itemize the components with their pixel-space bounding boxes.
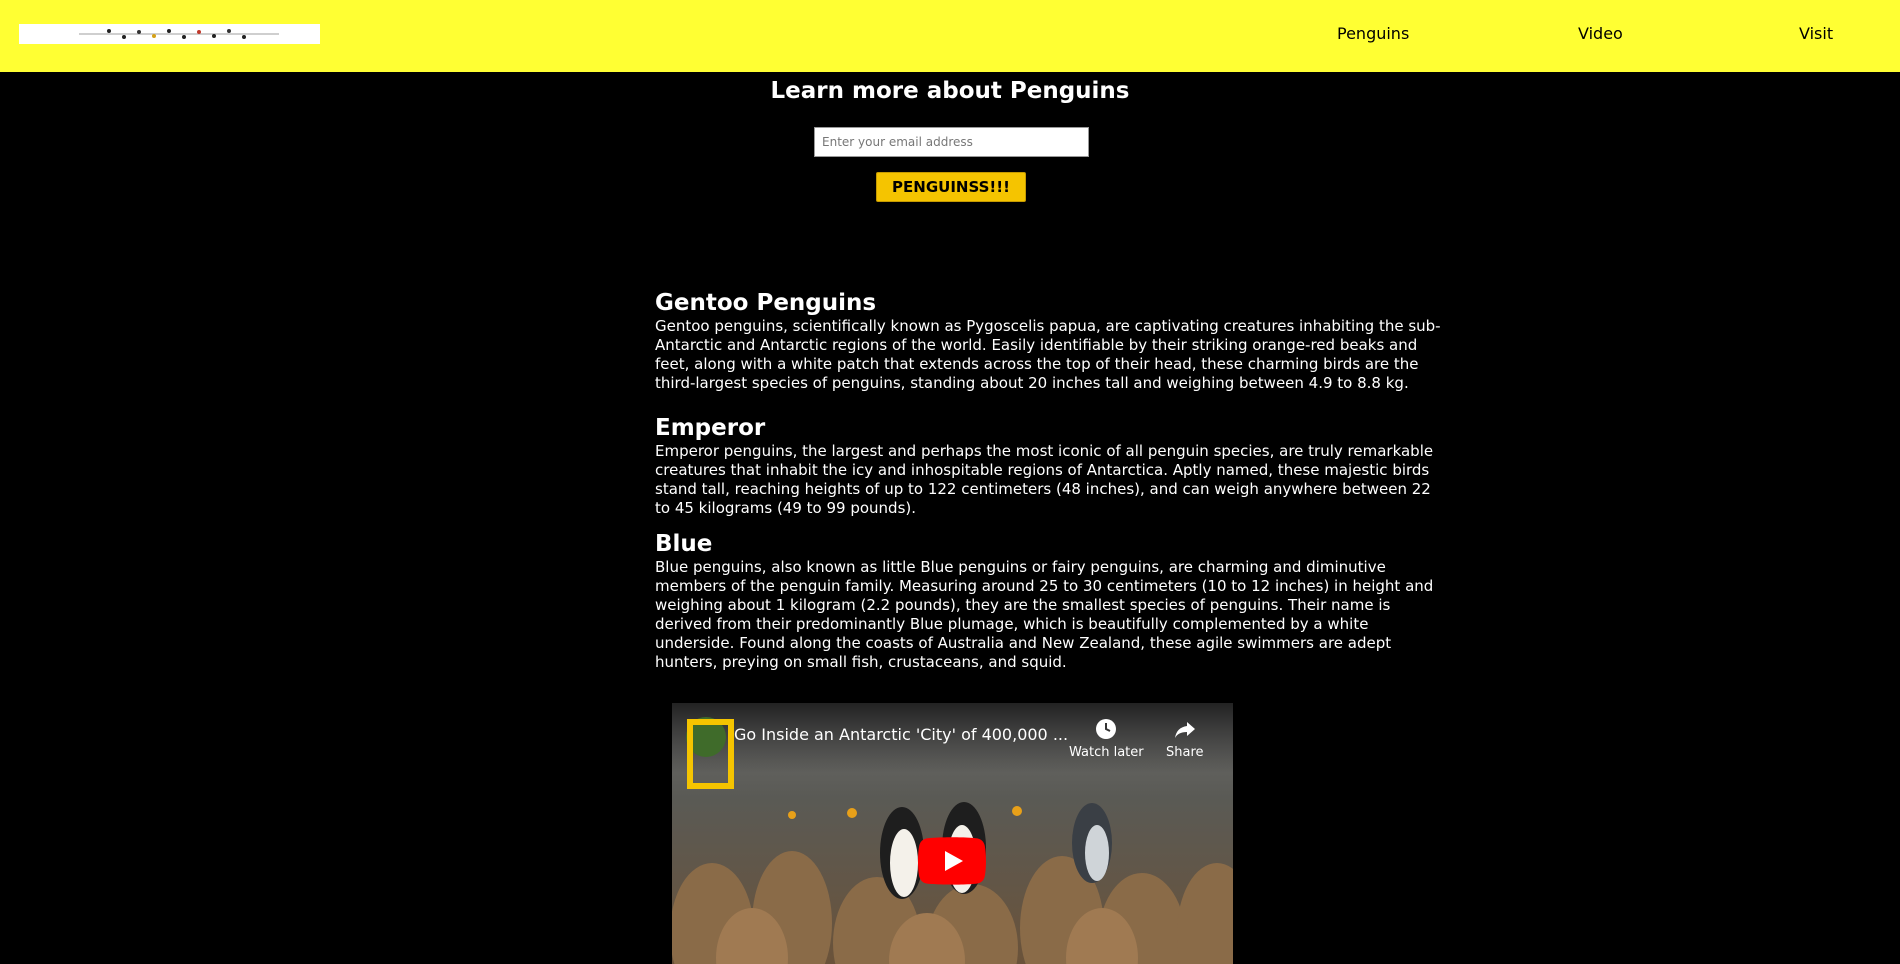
share-button[interactable]: Share [1166,717,1204,760]
email-field[interactable] [814,127,1089,157]
embedded-video-player[interactable]: Go Inside an Antarctic 'City' of 400,000… [672,703,1233,964]
nav-link-visit[interactable]: Visit [1799,24,1833,43]
play-icon[interactable] [918,837,986,885]
section-heading: Gentoo Penguins [655,290,877,316]
signup-title: Learn more about Penguins [770,78,1130,104]
share-arrow-icon [1174,722,1195,738]
clock-icon [1096,719,1117,739]
section-body: Emperor penguins, the largest and perhap… [655,442,1434,517]
video-title[interactable]: Go Inside an Antarctic 'City' of 400,000… [734,725,1068,744]
nav-link-video[interactable]: Video [1578,24,1623,43]
watch-later-button[interactable]: Watch later [1069,717,1144,760]
share-label: Share [1166,745,1204,760]
section-emperor: Emperor Emperor penguins, the largest an… [655,414,1445,518]
site-header: Penguins Video Visit [0,0,1900,72]
penguins-submit-button[interactable]: PENGUINSS!!! [876,172,1026,202]
section-body: Blue penguins, also known as little Blue… [655,558,1434,671]
section-body: Gentoo penguins, scientifically known as… [655,317,1441,392]
logo-image [79,29,279,39]
section-blue: Blue Blue penguins, also known as little… [655,530,1445,672]
channel-frame-icon [687,719,734,789]
section-gentoo: Gentoo Penguins Gentoo penguins, scienti… [655,289,1445,393]
site-logo[interactable] [19,24,320,44]
section-heading: Emperor [655,415,766,441]
nav-link-penguins[interactable]: Penguins [1337,24,1409,43]
section-heading: Blue [655,531,713,557]
watch-later-label: Watch later [1069,745,1144,760]
